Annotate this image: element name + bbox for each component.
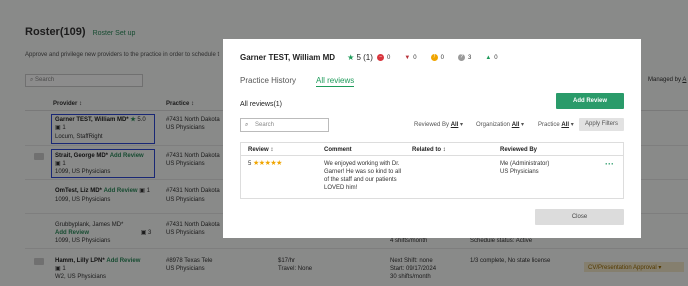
reviews-modal: Garner TEST, William MD ★ 5 (1) −0 ▼ 0 ! 0… [223,39,641,238]
thumbs-down-icon: ▼ [404,54,411,61]
counter-negative: −0 [377,54,390,61]
star-rating-icon: ★★★★★ [253,160,282,167]
reviews-table: Review ↕ Comment Related to ↕ Reviewed B… [240,142,624,199]
counter-thumbs-down: ▼ 0 [404,54,417,61]
counter-thumbs-up: ▲ 0 [485,54,498,61]
column-related-to[interactable]: Related to ↕ [412,147,446,153]
review-score: 5 ★★★★★ [248,160,282,167]
column-comment: Comment [324,147,352,153]
provider-name: Garner TEST, William MD [240,53,336,62]
counter-neutral: ? 3 [457,54,471,61]
review-counters: −0 ▼ 0 ! 0 ? 3 ▲ 0 [377,54,498,61]
provider-rating: 5 (1) [356,53,373,62]
chevron-down-icon: ▾ [460,122,464,128]
add-review-button[interactable]: Add Review [556,93,624,109]
filter-reviewed-by[interactable]: Reviewed By All ▾ [414,121,463,128]
apply-filters-button[interactable]: Apply Filters [579,118,624,131]
column-review[interactable]: Review ↕ [248,147,273,153]
tab-all-reviews[interactable]: All reviews [316,76,355,87]
close-button[interactable]: Close [535,209,624,225]
star-icon: ★ [347,53,355,62]
modal-header: Garner TEST, William MD ★ 5 (1) [240,53,373,62]
filter-practice[interactable]: Practice All ▾ [538,121,574,128]
more-actions-icon[interactable]: ··· [605,159,614,169]
reviewed-by: Me (Administrator) US Physicians [500,161,550,175]
review-comment: We enjoyed working with Dr. Garner! He w… [324,161,402,191]
thumbs-up-icon: ▲ [485,54,492,61]
chevron-down-icon: ▾ [570,122,574,128]
review-search-input[interactable]: ⌕ Search [240,118,329,132]
question-icon: ? [457,54,465,61]
tab-practice-history[interactable]: Practice History [240,76,296,87]
warning-icon: ! [430,54,438,61]
chevron-down-icon: ▾ [521,122,525,128]
filter-organization[interactable]: Organization All ▾ [476,121,524,128]
search-icon: ⌕ [245,122,249,128]
modal-tabs: Practice History All reviews [240,76,355,87]
column-reviewed-by: Reviewed By [500,147,538,153]
reviews-count-title: All reviews(1) [240,101,283,108]
counter-warning: ! 0 [430,54,444,61]
minus-circle-icon: − [377,54,384,61]
